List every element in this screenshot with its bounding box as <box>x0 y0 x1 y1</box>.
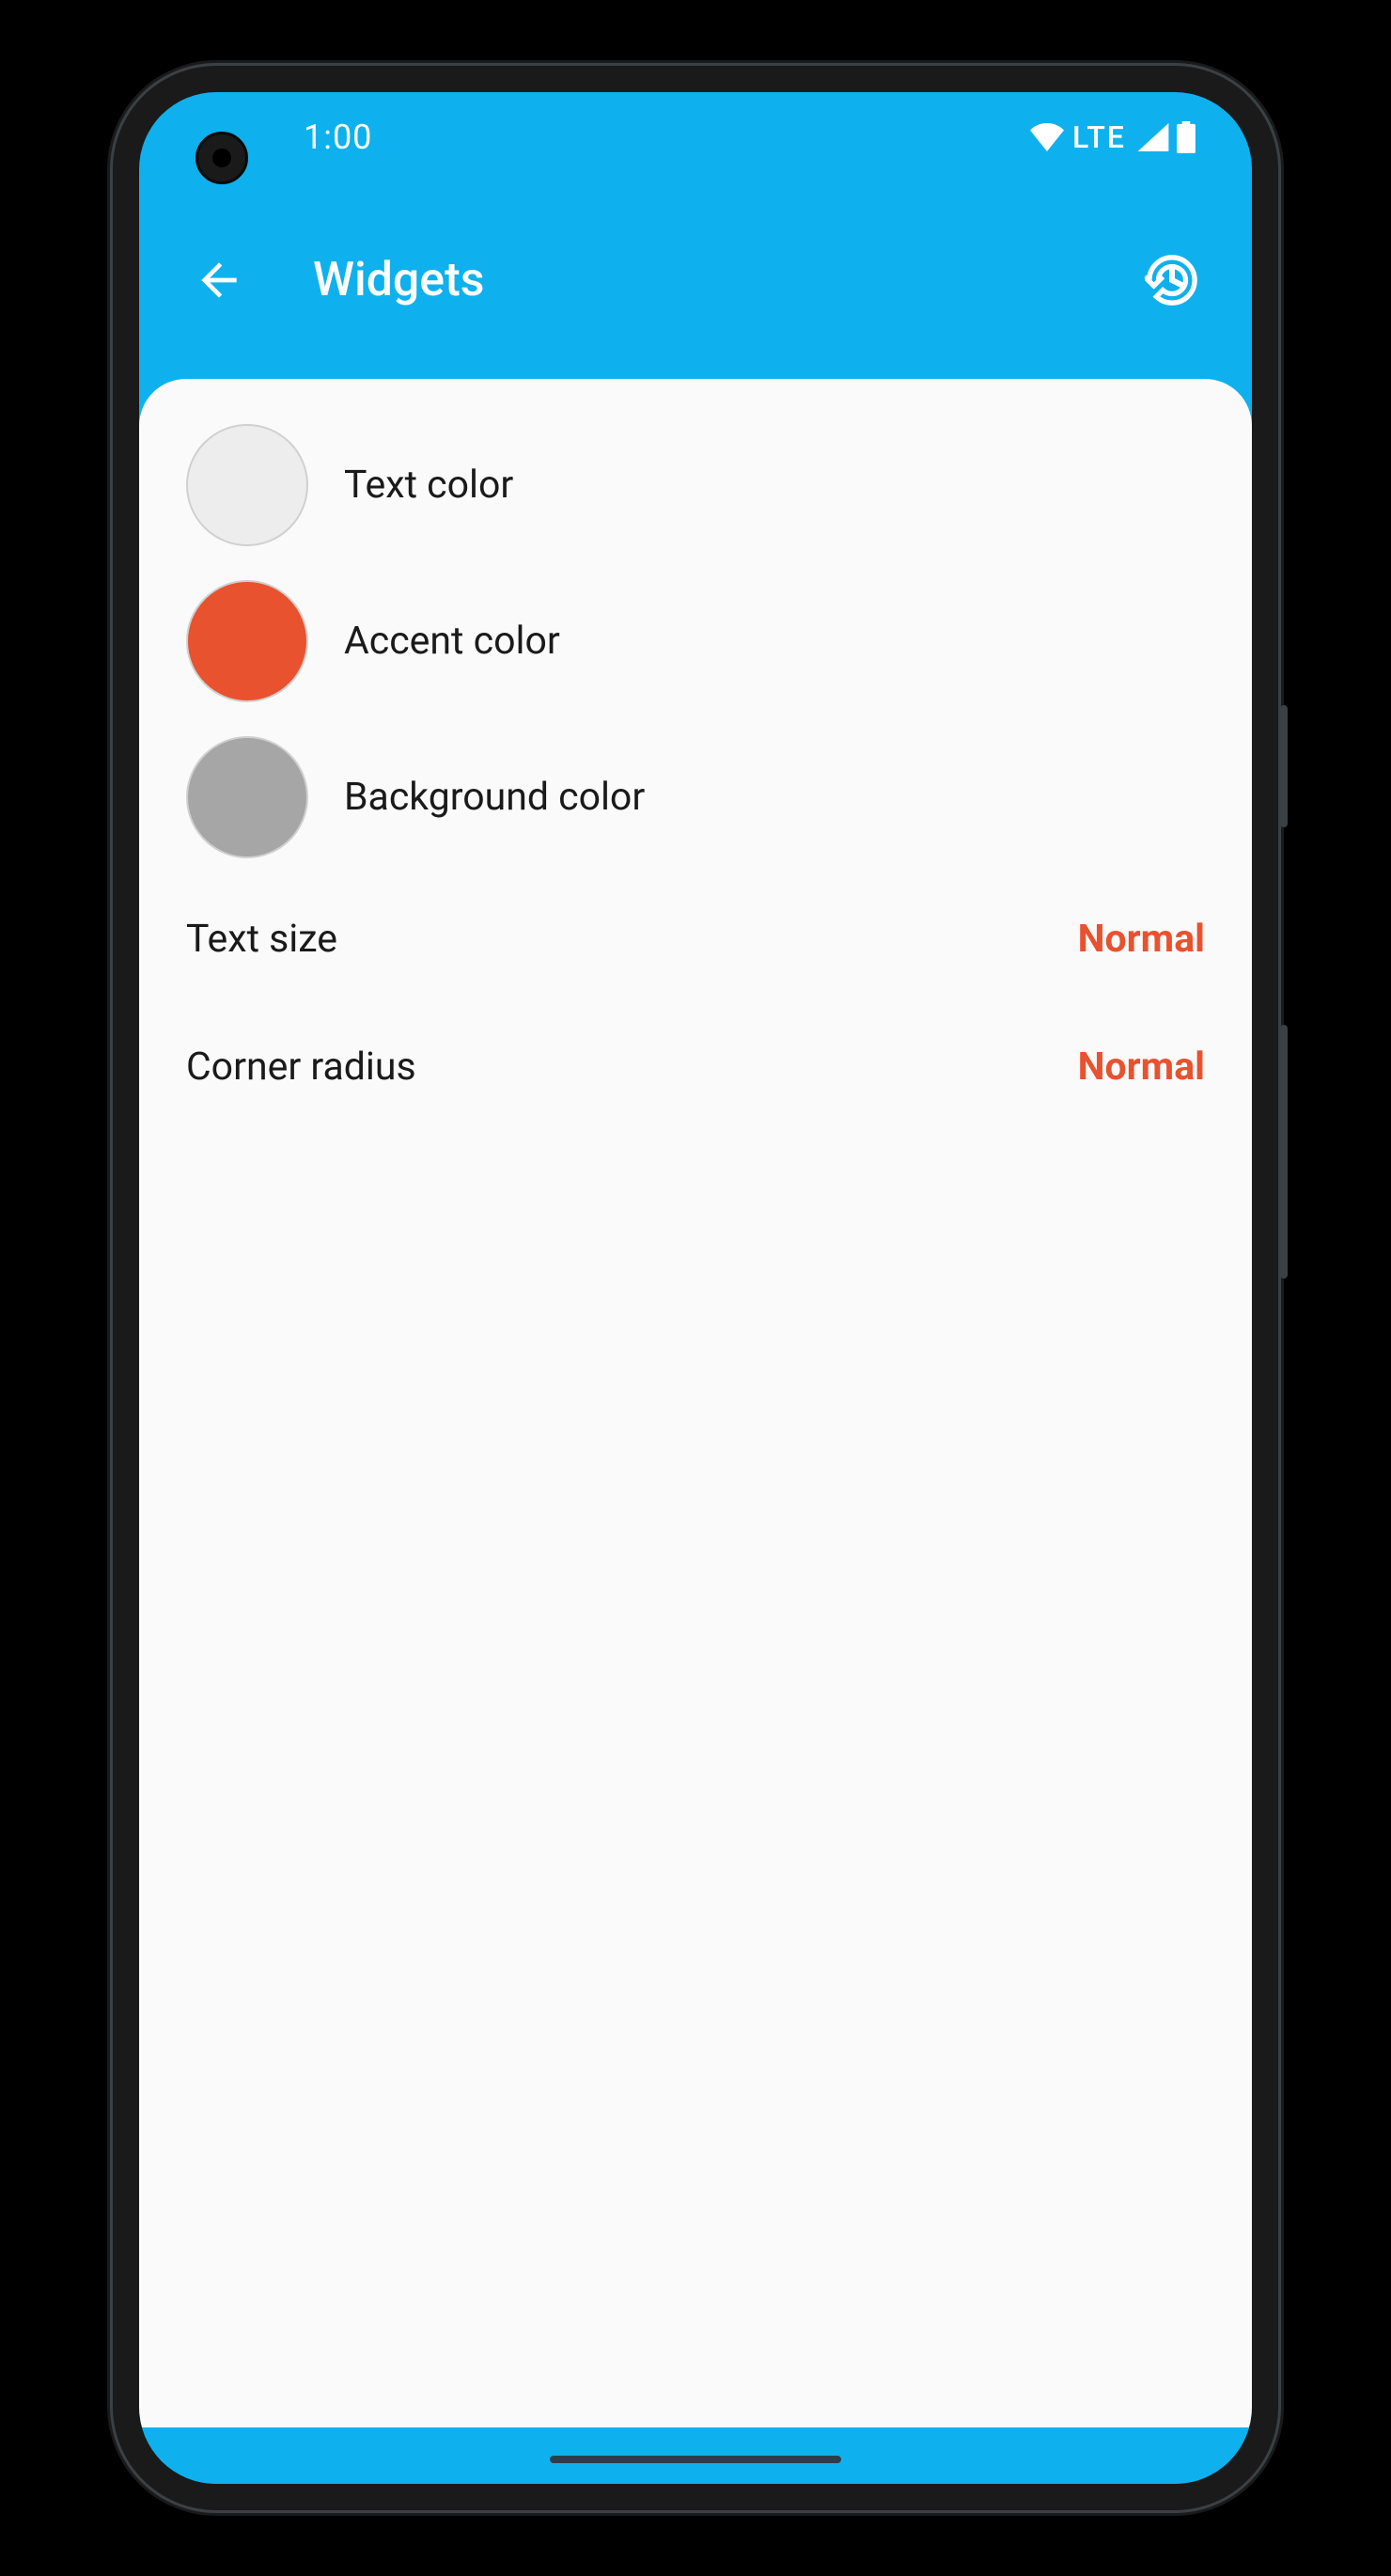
page-title: Widgets <box>313 253 1139 307</box>
app-bar: Widgets <box>139 181 1252 379</box>
text-size-value: Normal <box>1078 917 1205 962</box>
accent-color-swatch[interactable] <box>186 580 308 702</box>
text-color-label: Text color <box>344 463 513 508</box>
status-icons: LTE <box>1029 119 1196 155</box>
background-color-row[interactable]: Background color <box>139 719 1252 875</box>
network-label: LTE <box>1072 119 1126 155</box>
phone-volume-button <box>1280 1025 1288 1279</box>
text-size-label: Text size <box>186 917 337 962</box>
nav-handle[interactable] <box>550 2456 841 2463</box>
text-color-row[interactable]: Text color <box>139 407 1252 563</box>
history-button[interactable] <box>1139 247 1205 313</box>
arrow-back-icon <box>193 254 245 306</box>
wifi-icon <box>1029 123 1065 151</box>
camera-cutout <box>195 132 248 184</box>
accent-color-row[interactable]: Accent color <box>139 563 1252 719</box>
phone-frame: 1:00 LTE Widgets <box>113 66 1278 2510</box>
background-color-label: Background color <box>344 775 645 820</box>
corner-radius-row[interactable]: Corner radius Normal <box>139 1003 1252 1131</box>
back-button[interactable] <box>186 247 252 313</box>
phone-power-button <box>1280 705 1288 827</box>
phone-screen: 1:00 LTE Widgets <box>139 92 1252 2484</box>
battery-icon <box>1177 121 1196 153</box>
background-color-swatch[interactable] <box>186 736 308 858</box>
corner-radius-label: Corner radius <box>186 1045 416 1090</box>
status-time: 1:00 <box>304 118 372 157</box>
corner-radius-value: Normal <box>1078 1045 1205 1090</box>
text-size-row[interactable]: Text size Normal <box>139 875 1252 1003</box>
signal-icon <box>1137 123 1169 151</box>
content-area: Text color Accent color Background color… <box>139 379 1252 2427</box>
text-color-swatch[interactable] <box>186 424 308 546</box>
accent-color-label: Accent color <box>344 619 560 664</box>
status-bar: 1:00 LTE <box>139 92 1252 181</box>
history-icon <box>1145 253 1199 307</box>
